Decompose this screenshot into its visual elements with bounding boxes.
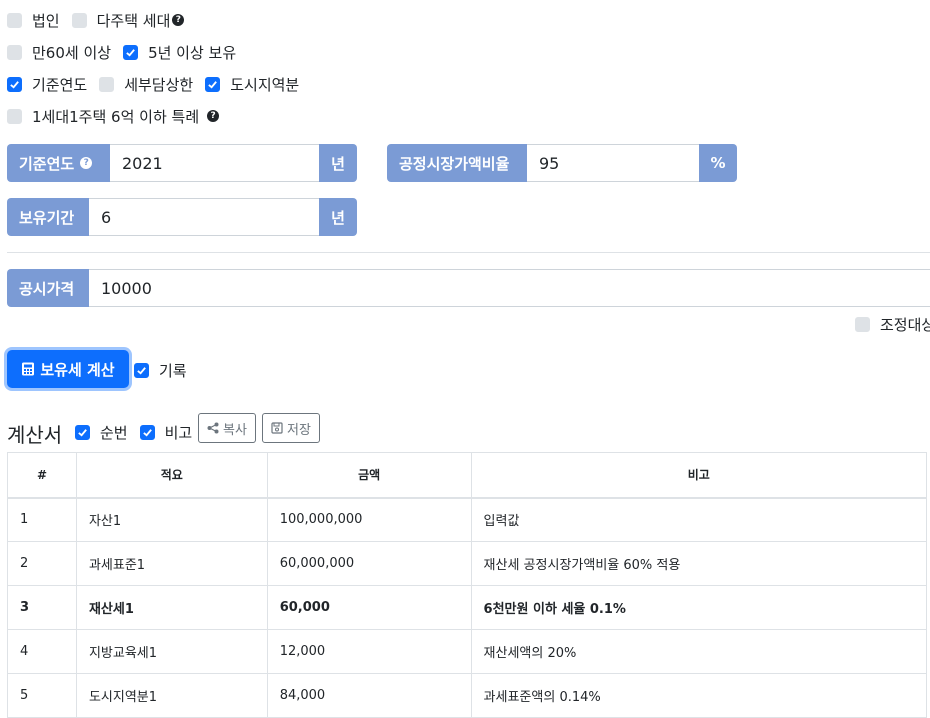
table-row: 5 도시지역분1 84,000 과세표준액의 0.14% xyxy=(7,673,928,718)
base-year-input-label: 기준연도 xyxy=(19,154,75,173)
row-note: 재산세액의 20% xyxy=(470,629,928,674)
row-number: 5 xyxy=(7,673,77,718)
note-checkbox[interactable] xyxy=(139,424,155,440)
holding-group: 보유기간 6 년 xyxy=(7,198,357,236)
one-house-checkbox[interactable] xyxy=(7,108,22,124)
table-row: 3 재산세1 60,000 6천만원 이하 세율 0.1% xyxy=(7,585,928,630)
save-button[interactable]: 저장 xyxy=(262,413,320,443)
help-icon[interactable]: ? xyxy=(80,157,93,169)
table-row: 1 자산1 100,000,000 입력값 xyxy=(7,497,928,542)
adjust-label: 조정대상 xyxy=(880,315,930,334)
corp-label: 법인 xyxy=(32,11,60,30)
row-note: 입력값 xyxy=(470,497,928,542)
multi-house-checkbox[interactable] xyxy=(71,12,87,28)
row-note: 6천만원 이하 세율 0.1% xyxy=(470,585,928,630)
table-row: 2 과세표준1 60,000,000 재산세 공정시장가액비율 60% 적용 xyxy=(7,541,928,586)
fmv-group: 공정시장가액비율 95 % xyxy=(387,144,737,182)
sheet-title: 계산서 xyxy=(7,423,63,447)
base-year-input[interactable]: 2021 xyxy=(110,144,319,182)
base-year-option-label: 기준연도 xyxy=(32,75,88,94)
price-addon: 공시가격 xyxy=(7,269,89,307)
urban-checkbox[interactable] xyxy=(205,76,221,92)
check-icon xyxy=(78,428,87,437)
row-amount: 12,000 xyxy=(266,629,472,674)
price-group: 공시가격 10000 xyxy=(7,269,930,307)
option-row-4: 1세대1주택 6억 이하 특례 ? xyxy=(7,106,220,126)
check-icon xyxy=(142,428,152,437)
base-year-checkbox[interactable] xyxy=(7,76,22,92)
sheet-options: 순번 비고 xyxy=(75,422,192,442)
row-item: 지방교육세1 xyxy=(75,629,268,674)
record-checkbox[interactable] xyxy=(134,362,149,378)
row-item: 과세표준1 xyxy=(75,541,268,586)
row-amount: 60,000,000 xyxy=(266,541,472,586)
table-row: 4 지방교육세1 12,000 재산세액의 20% xyxy=(7,629,928,674)
order-checkbox[interactable] xyxy=(75,424,90,440)
own5-checkbox[interactable] xyxy=(123,44,139,60)
calculate-button[interactable]: 보유세 계산 xyxy=(7,350,129,388)
check-icon xyxy=(10,80,19,89)
urban-label: 도시지역분 xyxy=(230,75,300,94)
corp-checkbox[interactable] xyxy=(7,12,22,28)
base-year-group: 기준연도 ? 2021 년 xyxy=(7,144,357,182)
row-amount: 60,000 xyxy=(266,585,472,630)
floppy-icon xyxy=(271,422,283,434)
percent-unit: % xyxy=(699,144,737,182)
one-house-label: 1세대1주택 6억 이하 특례 xyxy=(32,107,200,126)
age60-label: 만60세 이상 xyxy=(32,43,112,62)
own5-label: 5년 이상 보유 xyxy=(148,43,237,62)
age60-checkbox[interactable] xyxy=(7,44,22,60)
col-item: 적요 xyxy=(75,452,268,499)
row-item: 도시지역분1 xyxy=(75,673,268,718)
check-icon xyxy=(126,48,135,57)
row-number: 2 xyxy=(7,541,77,586)
holding-unit: 년 xyxy=(319,198,357,236)
option-row-3: 기준연도 세부담상한 도시지역분 xyxy=(7,74,299,94)
tax-cap-checkbox[interactable] xyxy=(99,76,115,92)
tax-cap-label: 세부담상한 xyxy=(124,75,194,94)
row-number: 3 xyxy=(7,585,77,630)
col-note: 비고 xyxy=(470,452,928,499)
table-header-row: # 적요 금액 비고 xyxy=(7,452,928,499)
save-label: 저장 xyxy=(287,422,311,438)
copy-label: 복사 xyxy=(223,422,247,438)
order-label: 순번 xyxy=(100,423,128,442)
calculator-icon xyxy=(22,362,35,376)
price-input[interactable]: 10000 xyxy=(89,269,930,307)
record-row: 기록 xyxy=(134,360,187,380)
share-icon xyxy=(207,422,219,434)
calculation-table: # 적요 금액 비고 1 자산1 100,000,000 입력값 2 과세표준1… xyxy=(7,452,928,718)
help-icon[interactable]: ? xyxy=(207,110,220,122)
fmv-addon: 공정시장가액비율 xyxy=(387,144,527,182)
copy-button[interactable]: 복사 xyxy=(198,413,256,443)
option-row-2: 만60세 이상 5년 이상 보유 xyxy=(7,42,236,62)
check-icon xyxy=(208,80,218,89)
row-note: 재산세 공정시장가액비율 60% 적용 xyxy=(470,541,928,586)
note-label: 비고 xyxy=(164,423,193,442)
multi-house-label: 다주택 세대 xyxy=(96,11,171,30)
fmv-input[interactable]: 95 xyxy=(527,144,699,182)
row-amount: 84,000 xyxy=(266,673,472,718)
base-year-addon: 기준연도 ? xyxy=(7,144,110,182)
row-number: 4 xyxy=(7,629,77,674)
row-number: 1 xyxy=(7,497,77,542)
year-unit: 년 xyxy=(319,144,357,182)
holding-input[interactable]: 6 xyxy=(89,198,319,236)
help-icon[interactable]: ? xyxy=(172,14,185,26)
option-row-1: 법인 다주택 세대 ? xyxy=(7,10,185,30)
row-amount: 100,000,000 xyxy=(266,497,472,542)
adjust-row: 조정대상 xyxy=(855,314,930,334)
row-note: 과세표준액의 0.14% xyxy=(470,673,928,718)
record-label: 기록 xyxy=(159,361,187,380)
col-number: # xyxy=(7,452,77,499)
check-icon xyxy=(137,366,146,375)
row-item: 재산세1 xyxy=(75,585,268,630)
holding-addon: 보유기간 xyxy=(7,198,89,236)
col-amount: 금액 xyxy=(266,452,472,499)
row-item: 자산1 xyxy=(75,497,268,542)
divider xyxy=(7,252,930,253)
adjust-checkbox[interactable] xyxy=(855,316,870,332)
calculate-label: 보유세 계산 xyxy=(40,360,115,379)
